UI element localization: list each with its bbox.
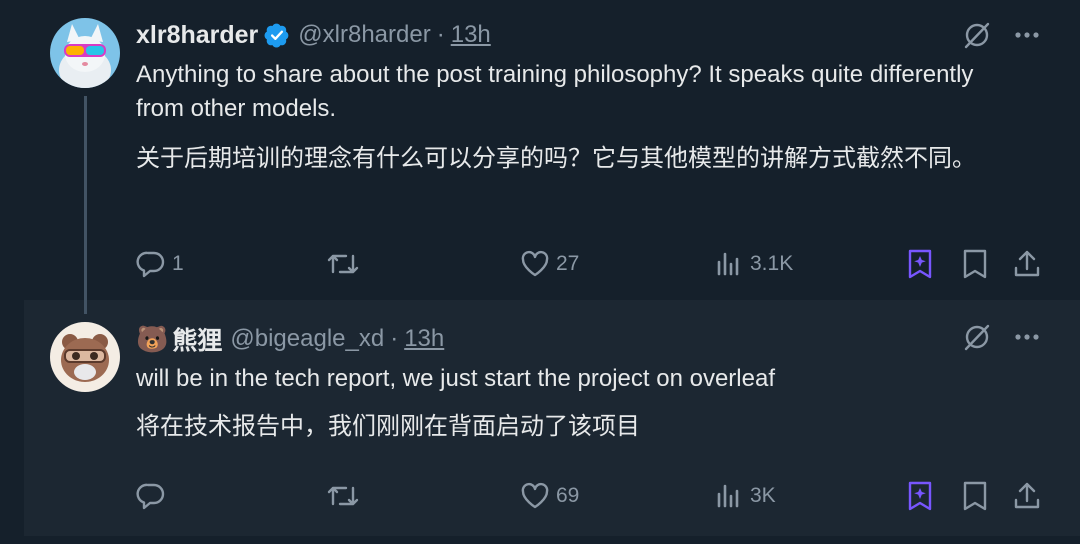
share-button[interactable]: [1012, 248, 1042, 280]
bookmark-icon: [963, 481, 987, 511]
divider: [24, 536, 1080, 544]
views-button[interactable]: 3.1K: [714, 250, 793, 278]
tweet-text-chinese: 关于后期培训的理念有什么可以分享的吗？它与其他模型的讲解方式截然不同。: [136, 145, 976, 172]
user-handle[interactable]: @bigeagle_xd: [230, 325, 384, 353]
verified-badge-icon: [264, 23, 289, 48]
separator-dot: ·: [436, 21, 445, 48]
share-button[interactable]: [1012, 480, 1042, 512]
user-handle[interactable]: @xlr8harder: [298, 21, 430, 49]
tweet-header: 🐻 熊狸 @bigeagle_xd · 13h: [136, 322, 444, 356]
view-count: 3.1K: [750, 252, 794, 275]
avatar-bigeagle[interactable]: [50, 322, 120, 392]
thread-line: [84, 96, 87, 314]
bookmark-button[interactable]: [961, 248, 989, 280]
bookmark-icon: [963, 249, 987, 279]
tweet-top-actions: [962, 20, 1040, 50]
grok-bookmark-button[interactable]: [906, 480, 934, 512]
grok-bookmark-icon: [908, 249, 932, 279]
views-icon: [717, 484, 739, 508]
reply-icon: [136, 483, 165, 510]
tweet-header: xlr8harder @xlr8harder · 13h: [136, 18, 491, 52]
more-icon[interactable]: [1014, 30, 1040, 40]
retweet-icon: [327, 254, 359, 274]
like-icon: [521, 482, 549, 509]
like-button[interactable]: 69: [520, 482, 579, 510]
like-button[interactable]: 27: [520, 250, 579, 278]
display-name[interactable]: xlr8harder: [136, 21, 258, 50]
more-icon[interactable]: [1014, 332, 1040, 342]
timestamp[interactable]: 13h: [404, 325, 444, 353]
view-count: 3K: [750, 484, 776, 507]
avatar-xlr8harder[interactable]: [50, 18, 120, 88]
share-icon: [1014, 250, 1040, 277]
views-icon: [717, 252, 739, 276]
tweet-top-actions: [962, 322, 1040, 352]
grok-bookmark-icon: [908, 481, 932, 511]
tweet-text-english: will be in the tech report, we just star…: [136, 365, 775, 392]
bear-emoji: 🐻: [136, 323, 169, 354]
tweet-action-bar: 69 3K: [136, 478, 1046, 514]
bookmark-button[interactable]: [961, 480, 989, 512]
grok-bookmark-button[interactable]: [906, 248, 934, 280]
retweet-button[interactable]: [326, 250, 360, 278]
grok-icon[interactable]: [962, 322, 992, 352]
timestamp[interactable]: 13h: [451, 21, 491, 49]
tweet-text-english: Anything to share about the post trainin…: [136, 61, 974, 122]
retweet-icon: [327, 486, 359, 506]
display-name[interactable]: 熊狸: [172, 321, 222, 357]
views-button[interactable]: 3K: [714, 482, 776, 510]
reply-button[interactable]: 1: [136, 250, 184, 278]
reply-count: 1: [172, 252, 184, 275]
reply-button[interactable]: [136, 482, 172, 510]
tweet-text-chinese: 将在技术报告中，我们刚刚在背面启动了该项目: [136, 413, 640, 440]
reply-icon: [136, 251, 165, 278]
like-icon: [521, 250, 549, 277]
retweet-button[interactable]: [326, 482, 360, 510]
separator-dot: ·: [390, 325, 399, 352]
like-count: 69: [556, 484, 580, 507]
tweet-action-bar: 1 27 3.1K: [136, 246, 1046, 282]
share-icon: [1014, 482, 1040, 509]
grok-icon[interactable]: [962, 20, 992, 50]
like-count: 27: [556, 252, 580, 275]
